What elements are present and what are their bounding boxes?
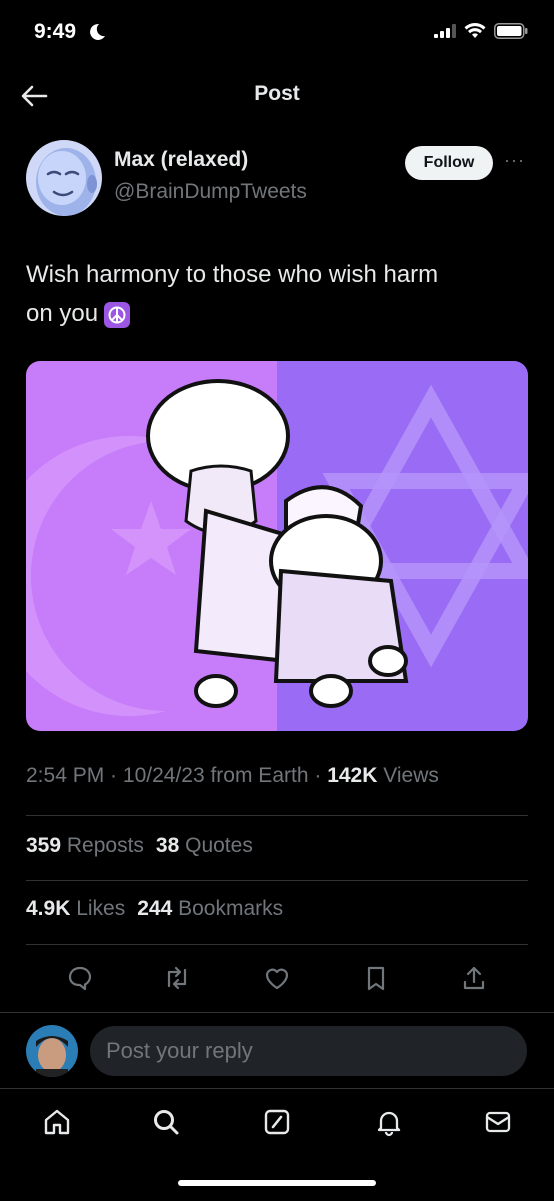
peace-symbol-emoji: [104, 302, 131, 328]
avatar-image: [26, 140, 102, 216]
author-avatar[interactable]: [26, 140, 102, 216]
illustration-hug: [26, 361, 528, 731]
action-bar: [0, 950, 554, 1006]
post-meta: 2:54 PM · 10/24/23 from Earth · 142K Vie…: [26, 764, 439, 788]
share-icon[interactable]: [460, 964, 488, 992]
likes-count: 4.9K: [26, 897, 71, 920]
reply-bar: Post your reply: [0, 1012, 554, 1089]
status-bar: 9:49: [0, 0, 554, 66]
views-count[interactable]: 142K: [327, 764, 377, 787]
reply-icon[interactable]: [66, 964, 94, 992]
reply-input[interactable]: Post your reply: [90, 1026, 527, 1076]
home-indicator: [178, 1180, 376, 1186]
top-nav: Post: [0, 66, 554, 124]
author-handle[interactable]: @BrainDumpTweets: [114, 180, 307, 204]
bookmarks-stat[interactable]: 244 Bookmarks: [137, 897, 283, 920]
avatar-image: [26, 1025, 78, 1077]
home-icon[interactable]: [42, 1107, 72, 1137]
search-icon[interactable]: [151, 1107, 181, 1137]
reposts-stat[interactable]: 359 Reposts: [26, 834, 144, 857]
battery-icon: [494, 23, 528, 39]
notifications-icon[interactable]: [374, 1107, 404, 1137]
bookmarks-count: 244: [137, 897, 173, 920]
author-name[interactable]: Max (relaxed): [114, 148, 248, 172]
post-date: 10/24/23: [122, 764, 205, 787]
divider: [26, 815, 528, 816]
post-time: 2:54 PM: [26, 764, 105, 787]
post-image[interactable]: [26, 361, 528, 731]
reposts-quotes-line: 359 Reposts 38 Quotes: [26, 834, 253, 858]
grok-icon[interactable]: [262, 1107, 292, 1137]
likes-label: Likes: [70, 897, 126, 920]
follow-button[interactable]: Follow: [405, 146, 493, 180]
like-icon[interactable]: [263, 964, 291, 992]
likes-stat[interactable]: 4.9K Likes: [26, 897, 125, 920]
quotes-count: 38: [155, 834, 180, 857]
status-time: 9:49: [34, 20, 77, 43]
views-label: Views: [377, 764, 439, 787]
more-options-icon[interactable]: ···: [504, 150, 525, 171]
status-icons: [434, 23, 528, 39]
meta-separator: ·: [104, 764, 123, 787]
divider: [26, 944, 528, 945]
reposts-label: Reposts: [61, 834, 144, 857]
focus-moon-icon: [90, 23, 105, 40]
repost-icon[interactable]: [163, 964, 191, 992]
post-source: from Earth: [204, 764, 309, 787]
post-text-line1: Wish harmony to those who wish harm: [26, 261, 439, 288]
meta-separator: ·: [308, 764, 328, 787]
bookmark-icon[interactable]: [362, 964, 390, 992]
cellular-signal-icon: [434, 24, 456, 38]
reposts-count: 359: [26, 834, 62, 857]
quotes-label: Quotes: [179, 834, 253, 857]
bookmarks-label: Bookmarks: [172, 897, 284, 920]
user-avatar[interactable]: [26, 1025, 78, 1077]
messages-icon[interactable]: [483, 1107, 513, 1137]
divider: [26, 880, 528, 881]
quotes-stat[interactable]: 38 Quotes: [156, 834, 253, 857]
page-title: Post: [254, 82, 300, 105]
post-text: Wish harmony to those who wish harm on y…: [26, 255, 526, 333]
likes-bookmarks-line: 4.9K Likes 244 Bookmarks: [26, 897, 283, 921]
wifi-icon: [464, 23, 486, 38]
post-text-line2: on you: [26, 300, 99, 327]
